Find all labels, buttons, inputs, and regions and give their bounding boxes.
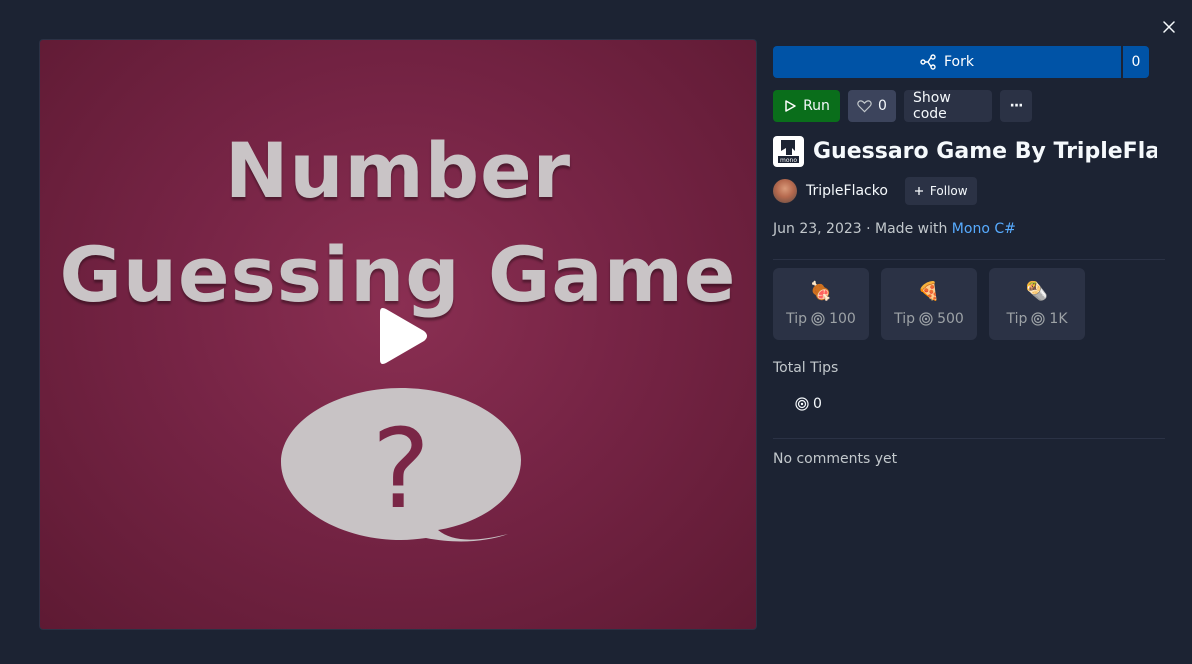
tips-row: 🍖 Tip 100 🍕 Tip 500 🌯 Tip 1K (773, 268, 1165, 340)
show-code-button[interactable]: Show code (904, 90, 992, 122)
tip-amount: 500 (937, 311, 964, 327)
cycles-icon (919, 312, 933, 326)
fork-row: Fork 0 (773, 46, 1165, 78)
run-button[interactable]: Run (773, 90, 840, 122)
meat-icon: 🍖 (809, 281, 833, 302)
total-tips-value: 0 (795, 396, 1165, 412)
like-button[interactable]: 0 (848, 90, 896, 122)
author-name[interactable]: TripleFlacko (806, 183, 888, 199)
tip-card-500[interactable]: 🍕 Tip 500 (881, 268, 977, 340)
total-tips-amount: 0 (813, 396, 822, 412)
heart-icon (857, 100, 872, 113)
language-link[interactable]: Mono C# (952, 221, 1016, 237)
repl-title: Guessaro Game By TripleFlacko (813, 139, 1157, 164)
tip-label: Tip (894, 311, 916, 327)
close-button[interactable] (1158, 16, 1180, 38)
like-count: 0 (878, 98, 887, 114)
cycles-icon (795, 397, 809, 411)
meta-separator: · Made with (861, 221, 952, 237)
svg-text:mono: mono (780, 157, 797, 164)
fork-button[interactable]: Fork (773, 46, 1121, 78)
cycles-icon (1031, 312, 1046, 326)
run-label: Run (803, 98, 830, 114)
more-icon: ··· (1009, 98, 1024, 114)
fork-icon (920, 54, 936, 70)
play-icon[interactable] (374, 306, 430, 366)
pizza-icon: 🍕 (917, 281, 941, 302)
follow-label: Follow (929, 184, 968, 198)
tip-amount: 100 (829, 311, 856, 327)
tip-amount: 1K (1049, 311, 1068, 327)
tip-label: Tip (1006, 311, 1028, 327)
repl-title-row: mono Guessaro Game By TripleFlacko (773, 136, 1157, 167)
cycles-icon (811, 312, 825, 326)
total-tips-label: Total Tips (773, 360, 839, 376)
speech-bubble-icon: ? (281, 388, 521, 542)
play-icon (785, 100, 796, 112)
tip-card-100[interactable]: 🍖 Tip 100 (773, 268, 869, 340)
question-mark: ? (372, 405, 430, 533)
divider (773, 438, 1165, 439)
cover-image: Number Guessing Game ? (39, 39, 757, 630)
author-row: TripleFlacko Follow (773, 177, 1165, 205)
fork-count[interactable]: 0 (1121, 46, 1149, 78)
mono-logo-icon: mono (773, 136, 804, 167)
avatar[interactable] (773, 179, 797, 203)
burrito-icon: 🌯 (1025, 281, 1049, 302)
repl-meta: Jun 23, 2023 · Made with Mono C# (773, 221, 1165, 237)
plus-icon (914, 187, 923, 195)
fork-label: Fork (944, 54, 974, 70)
publish-date: Jun 23, 2023 (773, 221, 862, 237)
comments-empty: No comments yet (773, 451, 898, 467)
close-icon (1163, 21, 1175, 33)
tip-card-1k[interactable]: 🌯 Tip 1K (989, 268, 1085, 340)
side-panel: Fork 0 Run 0 Show code ··· mono Guessaro… (773, 46, 1165, 467)
tip-label: Tip (786, 311, 808, 327)
cover-title-line1: Number (224, 126, 572, 215)
divider (773, 259, 1165, 260)
follow-button[interactable]: Follow (904, 177, 977, 205)
action-row: Run 0 Show code ··· (773, 90, 1165, 122)
more-options-button[interactable]: ··· (1000, 90, 1032, 122)
